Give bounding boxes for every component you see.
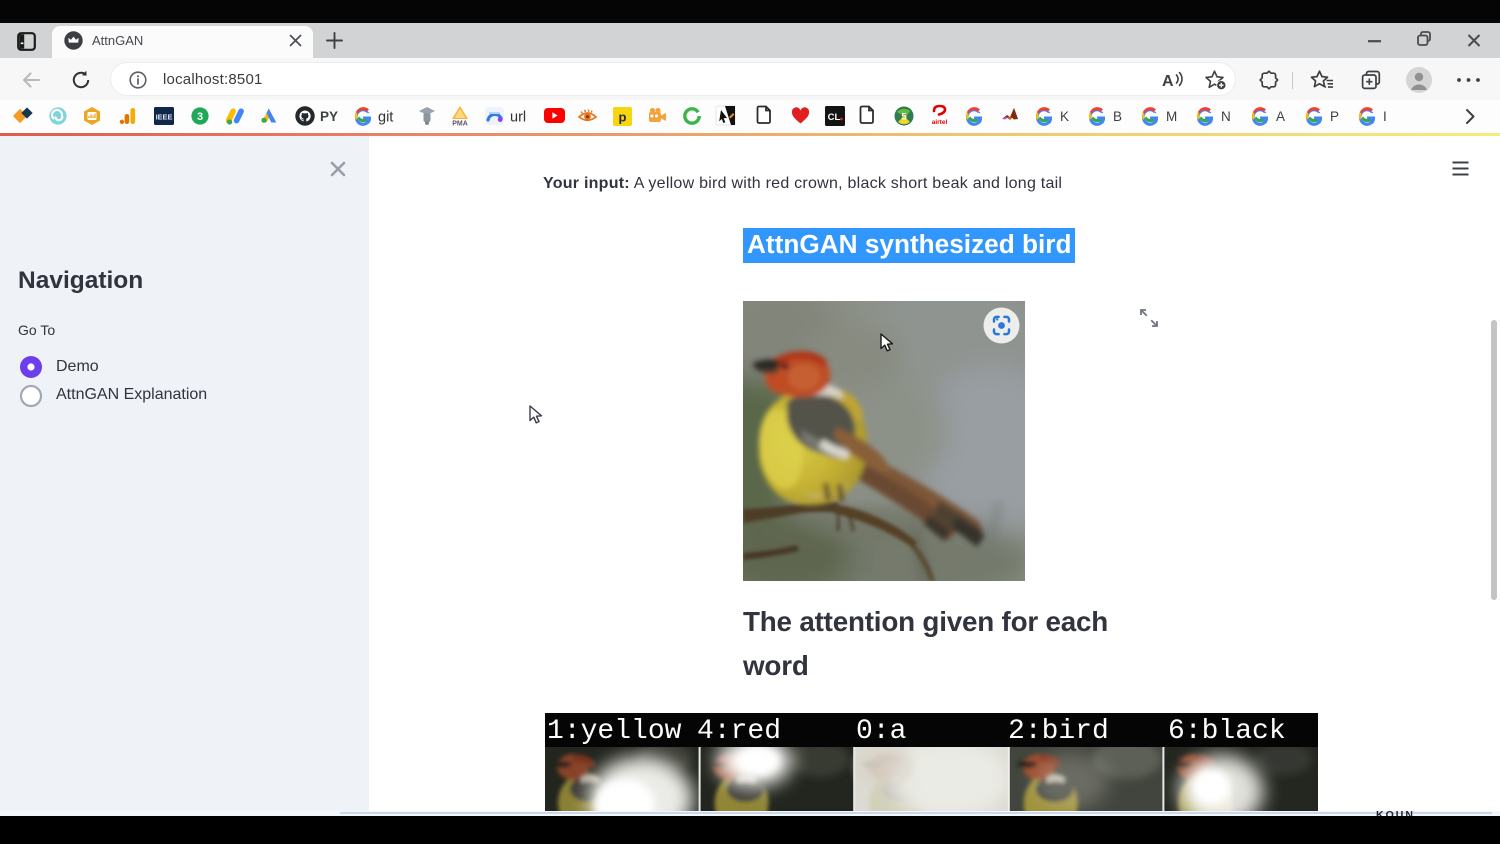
svg-text:A: A bbox=[1276, 109, 1285, 124]
svg-text:N: N bbox=[1221, 109, 1231, 124]
svg-text:url: url bbox=[510, 110, 526, 126]
svg-text:3: 3 bbox=[197, 111, 203, 123]
svg-text:IEEE: IEEE bbox=[156, 113, 173, 122]
svg-text:K: K bbox=[1060, 109, 1069, 124]
svg-text:I: I bbox=[1383, 109, 1387, 124]
svg-text:PY: PY bbox=[320, 109, 338, 124]
svg-text:airtel: airtel bbox=[932, 119, 948, 126]
svg-text:M: M bbox=[1166, 109, 1177, 124]
svg-text:git: git bbox=[378, 110, 393, 126]
svg-text:B: B bbox=[1113, 109, 1122, 124]
svg-text:A: A bbox=[1162, 73, 1174, 90]
svg-text:PMA: PMA bbox=[452, 121, 468, 128]
svg-text:p: p bbox=[619, 110, 627, 125]
svg-text:5: 5 bbox=[901, 112, 907, 123]
svg-text:P: P bbox=[1330, 109, 1339, 124]
svg-text:CL: CL bbox=[828, 112, 841, 123]
